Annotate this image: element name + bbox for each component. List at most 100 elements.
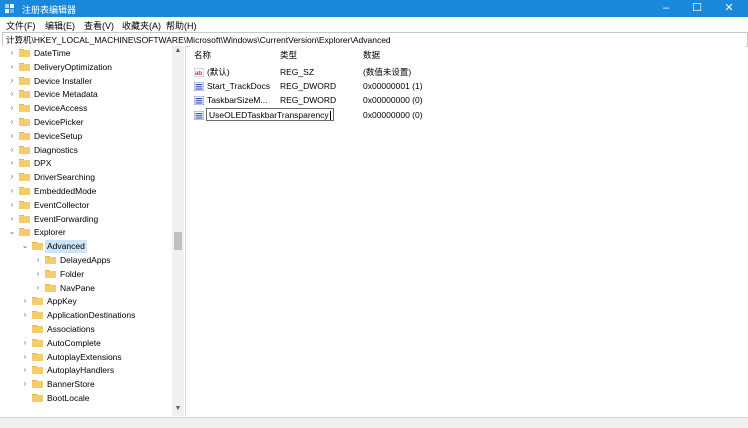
value-type: REG_DWORD <box>280 95 337 105</box>
tree-item[interactable]: › DeviceAccess <box>2 102 172 115</box>
minimize-button[interactable]: – <box>651 0 681 17</box>
expand-arrow-icon[interactable]: › <box>8 187 16 195</box>
value-data: 0x00000001 (1) <box>363 81 423 91</box>
expand-arrow-icon[interactable]: › <box>34 269 42 278</box>
folder-icon <box>19 49 30 57</box>
expand-arrow-icon[interactable]: › <box>8 159 16 167</box>
expand-arrow-icon[interactable]: › <box>8 90 16 98</box>
column-header-type[interactable]: 类型 <box>280 49 297 61</box>
expand-arrow-icon <box>21 394 29 402</box>
tree-item[interactable]: › AutoplayHandlers <box>2 364 172 377</box>
value-row[interactable]: ab (默认) REG_SZ (数值未设置) <box>194 66 734 79</box>
key-tree[interactable]: › DateTime › DeliveryOptimization › Device In… <box>2 46 186 416</box>
tree-item-label: DateTime <box>34 48 71 58</box>
tree-item[interactable]: › AutoplayExtensions <box>2 351 172 364</box>
expand-arrow-icon[interactable]: › <box>8 76 16 85</box>
column-header-name[interactable]: 名称 <box>194 49 211 61</box>
tree-item-label: EmbeddedMode <box>34 186 97 196</box>
tree-item[interactable]: › DPX <box>2 157 172 170</box>
menu-help[interactable]: 帮助(H) <box>166 19 197 32</box>
tree-item[interactable]: › DateTime <box>2 47 172 60</box>
tree-item[interactable]: › AutoComplete <box>2 337 172 350</box>
tree-item-label: Associations <box>47 324 95 334</box>
expand-arrow-icon[interactable]: › <box>34 283 42 292</box>
expand-arrow-icon[interactable]: › <box>21 380 29 388</box>
status-bar <box>0 417 748 428</box>
expand-arrow-icon[interactable]: › <box>21 352 29 361</box>
rename-input-text[interactable]: UseOLEDTaskbarTransparency <box>209 110 329 120</box>
tree-item-label: DeliveryOptimization <box>34 61 112 72</box>
expand-arrow-icon[interactable]: › <box>8 145 16 154</box>
text-caret <box>329 111 331 121</box>
tree-item[interactable]: › Device Metadata <box>2 88 172 101</box>
tree-item-label: DevicePicker <box>34 117 84 127</box>
folder-icon <box>19 159 30 168</box>
menu-edit[interactable]: 编辑(E) <box>45 19 75 32</box>
folder-icon <box>19 62 30 71</box>
value-name: Start_TrackDocs <box>207 81 270 91</box>
menu-view[interactable]: 查看(V) <box>84 19 114 32</box>
menu-file[interactable]: 文件(F) <box>6 19 36 32</box>
address-path[interactable]: 计算机\HKEY_LOCAL_MACHINE\SOFTWARE\Microsof… <box>6 34 391 46</box>
tree-item[interactable]: › Diagnostics <box>2 144 172 157</box>
tree-item[interactable]: › DeviceSetup <box>2 130 172 143</box>
expand-arrow-icon[interactable]: › <box>8 200 16 209</box>
scroll-thumb[interactable] <box>174 232 182 250</box>
collapse-arrow-icon[interactable]: ⌄ <box>8 228 16 236</box>
svg-text:ab: ab <box>195 71 202 77</box>
expand-arrow-icon[interactable]: › <box>8 49 16 57</box>
tree-item[interactable]: › DeliveryOptimization <box>2 61 172 74</box>
tree-item[interactable]: › Folder <box>2 268 172 281</box>
column-header-data[interactable]: 数据 <box>363 49 380 61</box>
tree-item[interactable]: › EmbeddedMode <box>2 185 172 198</box>
address-bar[interactable]: 计算机\HKEY_LOCAL_MACHINE\SOFTWARE\Microsof… <box>2 32 748 47</box>
expand-arrow-icon[interactable]: › <box>8 62 16 71</box>
tree-item[interactable]: › EventForwarding <box>2 213 172 226</box>
expand-arrow-icon[interactable]: › <box>21 338 29 347</box>
collapse-arrow-icon[interactable]: ⌄ <box>21 242 29 250</box>
expand-arrow-icon[interactable]: › <box>8 173 16 181</box>
expand-arrow-icon[interactable]: › <box>8 118 16 126</box>
tree-item[interactable]: BootLocale <box>2 392 172 405</box>
folder-icon <box>32 325 43 333</box>
title-bar[interactable]: 注册表编辑器 – ☐ ✕ <box>0 0 748 17</box>
tree-item[interactable]: › ApplicationDestinations <box>2 309 172 322</box>
expand-arrow-icon[interactable]: › <box>8 214 16 223</box>
expand-arrow-icon[interactable]: › <box>8 131 16 140</box>
tree-item[interactable]: ⌄ Explorer <box>2 226 172 239</box>
scroll-up-arrow-icon[interactable]: ▲ <box>172 46 184 56</box>
tree-item[interactable]: › BannerStore <box>2 378 172 391</box>
folder-icon <box>32 242 43 251</box>
expand-arrow-icon[interactable]: › <box>34 256 42 264</box>
value-row[interactable]: TaskbarSizeM... REG_DWORD 0x00000000 (0) <box>194 94 734 107</box>
rename-input[interactable]: UseOLEDTaskbarTransparency <box>206 108 334 121</box>
binary-value-icon <box>194 82 204 91</box>
tree-item[interactable]: › DelayedApps <box>2 254 172 267</box>
expand-arrow-icon[interactable]: › <box>21 311 29 319</box>
value-name: (默认) <box>207 67 230 77</box>
expand-arrow-icon[interactable]: › <box>21 297 29 305</box>
scroll-down-arrow-icon[interactable]: ▼ <box>172 404 184 414</box>
maximize-button[interactable]: ☐ <box>682 0 712 17</box>
folder-icon <box>45 256 56 264</box>
expand-arrow-icon[interactable]: › <box>21 366 29 374</box>
values-pane[interactable]: 名称 类型 数据 ab (默认) REG_SZ (数值未设置) Start_Tr… <box>190 46 746 416</box>
tree-item[interactable]: › Device Installer <box>2 75 172 88</box>
tree-item[interactable]: › DevicePicker <box>2 116 172 129</box>
value-row[interactable]: Start_TrackDocs REG_DWORD 0x00000001 (1) <box>194 80 734 93</box>
binary-value-icon <box>194 96 204 105</box>
tree-item[interactable]: › EventCollector <box>2 199 172 212</box>
tree-item[interactable]: › DriverSearching <box>2 171 172 184</box>
tree-item[interactable]: › NavPane <box>2 282 172 295</box>
expand-arrow-icon[interactable]: › <box>8 104 16 112</box>
menu-favorites[interactable]: 收藏夹(A) <box>122 19 161 32</box>
close-button[interactable]: ✕ <box>714 0 744 17</box>
folder-icon <box>45 269 56 278</box>
folder-icon <box>19 90 30 99</box>
tree-scrollbar[interactable]: ▲ ▼ <box>172 46 184 416</box>
tree-item[interactable]: › AppKey <box>2 295 172 308</box>
tree-item[interactable]: Associations <box>2 323 172 336</box>
tree-item[interactable]: ⌄ Advanced <box>2 240 172 254</box>
folder-icon <box>19 214 30 223</box>
value-row-editing[interactable]: UseOLEDTaskbarTransparency 0x00000000 (0… <box>194 108 734 122</box>
